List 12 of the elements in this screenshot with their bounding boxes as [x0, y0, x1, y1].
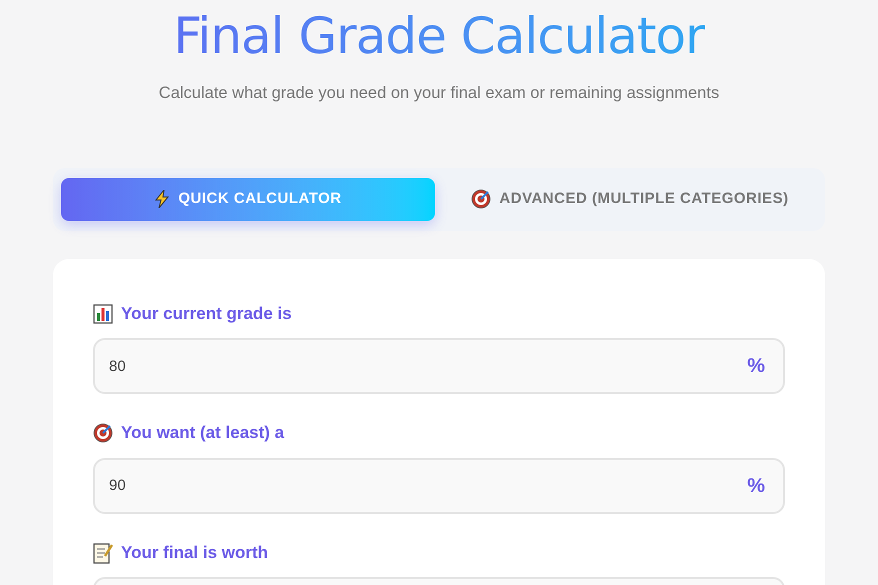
field-label: Your final is worth — [121, 542, 268, 564]
tab[interactable]: ADVANCED (MULTIPLE CATEGORIES) — [443, 178, 817, 221]
percent-unit: % — [747, 354, 765, 380]
lightning-icon — [154, 190, 170, 208]
bar-chart-icon — [93, 304, 113, 324]
memo-icon — [93, 542, 113, 564]
field-label: Your current grade is — [121, 302, 292, 325]
page-subtitle: Calculate what grade you need on your final exam or remaining assignments — [158, 83, 720, 104]
percent-unit: % — [747, 474, 765, 499]
field-label: You want (at least) a — [121, 422, 284, 444]
target-icon — [93, 423, 113, 443]
target-icon — [471, 189, 492, 210]
